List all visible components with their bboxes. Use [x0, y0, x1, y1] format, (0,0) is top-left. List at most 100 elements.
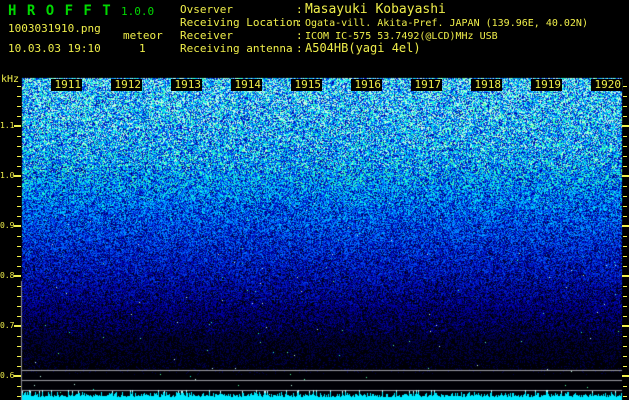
- spectrogram-canvas: [0, 0, 629, 400]
- y-minor-tick: [17, 346, 21, 347]
- y-minor-tick: [17, 116, 21, 117]
- y-minor-tick: [623, 356, 627, 357]
- y-minor-tick: [17, 186, 21, 187]
- y-minor-tick: [623, 156, 627, 157]
- x-time-label: 1914: [231, 79, 262, 91]
- y-minor-tick: [17, 86, 21, 87]
- y-major-tick: [14, 125, 21, 127]
- y-minor-tick: [17, 236, 21, 237]
- y-major-tick: [14, 225, 21, 227]
- observation-info: Ovserver: Masayuki Kobayashi Receiving Lo…: [180, 3, 588, 55]
- y-minor-tick: [17, 246, 21, 247]
- y-minor-tick: [623, 296, 627, 297]
- observer-value: Masayuki Kobayashi: [305, 2, 446, 17]
- y-minor-tick: [623, 336, 627, 337]
- colon: :: [296, 16, 303, 29]
- y-major-tick: [14, 175, 21, 177]
- mode-label: meteor: [123, 29, 163, 42]
- y-minor-tick: [623, 106, 627, 107]
- x-time-label: 1916: [351, 79, 382, 91]
- y-minor-tick: [17, 386, 21, 387]
- y-minor-tick: [623, 166, 627, 167]
- hrofft-screen: H R O F F T 1.0.0 1003031910.png meteor …: [0, 0, 629, 400]
- y-minor-tick: [17, 146, 21, 147]
- y-minor-tick: [623, 136, 627, 137]
- y-tick-label: 0.6: [0, 371, 15, 380]
- y-minor-tick: [17, 286, 21, 287]
- y-minor-tick: [623, 366, 627, 367]
- observer-label: Ovserver: [180, 3, 233, 16]
- y-minor-tick: [623, 396, 627, 397]
- x-time-label: 1919: [531, 79, 562, 91]
- receiving-location-row: Receiving Location: Ogata-vill. Akita-Pre…: [180, 16, 588, 29]
- x-time-label: 1918: [471, 79, 502, 91]
- y-tick-label: 1.1: [0, 121, 15, 130]
- y-major-tick: [622, 225, 629, 227]
- colon: :: [296, 42, 303, 55]
- y-minor-tick: [17, 216, 21, 217]
- y-minor-tick: [623, 256, 627, 257]
- y-minor-tick: [623, 316, 627, 317]
- y-major-tick: [14, 275, 21, 277]
- y-minor-tick: [623, 286, 627, 287]
- y-major-tick: [14, 325, 21, 327]
- y-tick-label: 0.8: [0, 271, 15, 280]
- y-minor-tick: [17, 316, 21, 317]
- x-time-label: 1915: [291, 79, 322, 91]
- y-major-tick: [622, 175, 629, 177]
- y-minor-tick: [17, 156, 21, 157]
- x-time-label: 1917: [411, 79, 442, 91]
- x-time-label: 1920: [591, 79, 622, 91]
- y-tick-label: 0.9: [0, 221, 15, 230]
- y-minor-tick: [17, 396, 21, 397]
- y-tick-label: 1.0: [0, 171, 15, 180]
- y-tick-label: 0.7: [0, 321, 15, 330]
- receiving-antenna-value: A504HB(yagi 4el): [305, 41, 421, 55]
- y-minor-tick: [17, 296, 21, 297]
- y-minor-tick: [623, 116, 627, 117]
- y-minor-tick: [623, 246, 627, 247]
- y-minor-tick: [17, 166, 21, 167]
- y-minor-tick: [623, 186, 627, 187]
- receiving-antenna-label: Receiving antenna: [180, 42, 293, 55]
- y-minor-tick: [17, 106, 21, 107]
- y-axis-unit-label: kHz: [1, 74, 20, 85]
- y-minor-tick: [17, 306, 21, 307]
- receiving-antenna-row: Receiving antenna: A504HB(yagi 4el): [180, 41, 588, 56]
- y-minor-tick: [623, 196, 627, 197]
- y-minor-tick: [623, 216, 627, 217]
- observer-row: Ovserver: Masayuki Kobayashi: [180, 3, 588, 16]
- y-minor-tick: [623, 306, 627, 307]
- y-major-tick: [622, 325, 629, 327]
- y-minor-tick: [17, 136, 21, 137]
- y-minor-tick: [17, 336, 21, 337]
- y-minor-tick: [17, 256, 21, 257]
- receiving-location-label: Receiving Location: [180, 16, 300, 29]
- y-minor-tick: [17, 266, 21, 267]
- timestamp: 10.03.03 19:10: [8, 42, 101, 55]
- y-minor-tick: [623, 206, 627, 207]
- y-major-tick: [14, 375, 21, 377]
- y-minor-tick: [17, 96, 21, 97]
- y-minor-tick: [623, 236, 627, 237]
- y-minor-tick: [17, 366, 21, 367]
- y-minor-tick: [623, 86, 627, 87]
- colon: :: [296, 3, 303, 16]
- x-time-label: 1911: [51, 79, 82, 91]
- event-count: 1: [139, 42, 146, 55]
- y-minor-tick: [17, 206, 21, 207]
- receiving-location-value: Ogata-vill. Akita-Pref. JAPAN (139.96E, …: [305, 18, 588, 29]
- x-time-label: 1913: [171, 79, 202, 91]
- y-major-tick: [622, 125, 629, 127]
- x-time-label: 1912: [111, 79, 142, 91]
- y-major-tick: [622, 375, 629, 377]
- y-minor-tick: [623, 146, 627, 147]
- y-minor-tick: [623, 386, 627, 387]
- app-version: 1.0.0: [121, 5, 155, 18]
- y-minor-tick: [623, 266, 627, 267]
- output-filename: 1003031910.png: [8, 22, 101, 35]
- y-minor-tick: [623, 346, 627, 347]
- y-minor-tick: [623, 96, 627, 97]
- y-minor-tick: [17, 356, 21, 357]
- y-major-tick: [622, 275, 629, 277]
